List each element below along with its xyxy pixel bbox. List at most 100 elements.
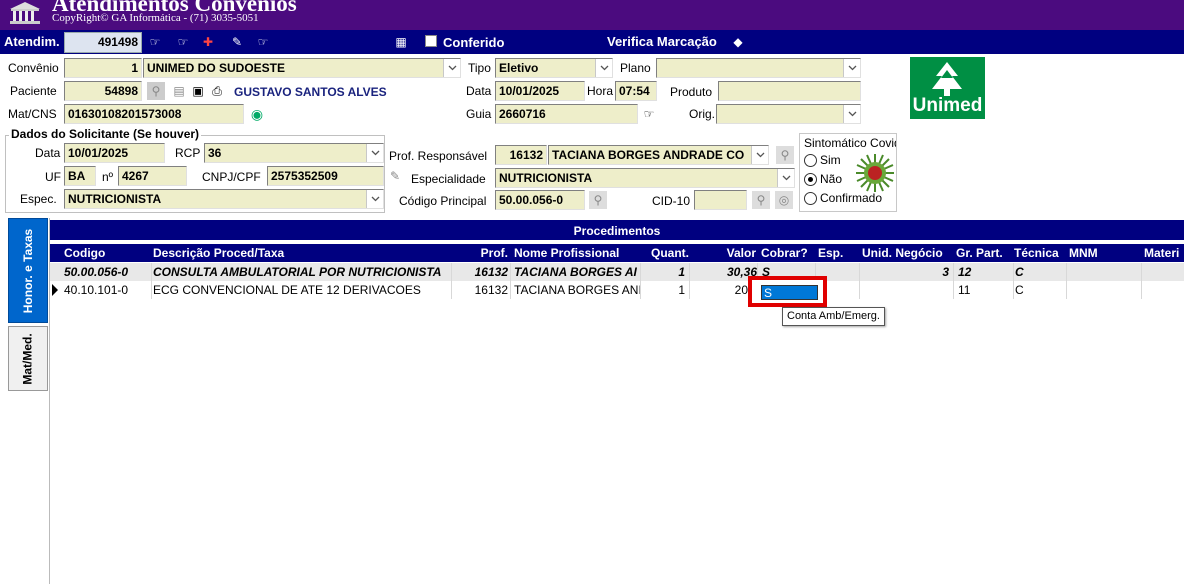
plano-select[interactable] [656,58,861,78]
table-row[interactable]: 50.00.056-0 CONSULTA AMBULATORIAL POR NU… [50,263,1184,281]
especialidade-select[interactable]: NUTRICIONISTA [495,168,795,188]
pen-icon[interactable]: ✎ [386,167,404,185]
conferido-checkbox[interactable] [425,35,437,47]
col-quant[interactable]: Quant. [641,244,689,262]
printer-icon[interactable]: ⎙ [208,82,226,100]
col-codigo[interactable]: Codigo [64,244,152,262]
cnpj-input[interactable]: 2575352509 [267,166,384,186]
mat-cns-input[interactable]: 01630108201573008 [64,104,244,124]
hand-point-icon[interactable]: ☞ [640,105,658,123]
binoculars-icon[interactable]: ⚲ [776,146,794,164]
uf-label: UF [45,170,61,184]
hand-plus-icon[interactable]: ✚ [199,33,217,51]
copyright-text: CopyRight© GA Informática - (71) 3035-50… [52,12,259,24]
binoculars-icon[interactable]: ⚲ [147,82,165,100]
prof-code-input[interactable]: 16132 [495,145,547,165]
produto-input[interactable] [718,81,861,101]
binoculars-icon[interactable]: ⚲ [589,191,607,209]
numero-input[interactable]: 4267 [118,166,187,186]
row-indicator-icon [52,284,58,296]
cid-input[interactable] [694,190,747,210]
hora-label: Hora [587,84,614,98]
chevron-down-icon[interactable] [843,105,860,123]
chevron-down-icon[interactable] [595,59,612,77]
side-tabs: Honor. e Taxas Mat/Med. [0,218,50,584]
cell-materi [1142,263,1184,281]
calculator-icon[interactable]: ▦ [392,33,410,51]
clear-icon[interactable]: ◎ [775,191,793,209]
produto-label: Produto [670,85,713,99]
convenio-code-input[interactable]: 1 [64,58,142,78]
chevron-down-icon[interactable] [843,59,860,77]
espec-select[interactable]: NUTRICIONISTA [64,189,384,209]
col-tecnica[interactable]: Técnica [1014,244,1068,262]
rcp-select[interactable]: 36 [204,143,384,163]
globe-icon[interactable]: ◉ [248,105,266,123]
hand-point-icon[interactable]: ☞ [174,33,192,51]
binoculars-icon[interactable]: ⚲ [752,191,770,209]
col-cobrar[interactable]: Cobrar? [761,244,816,262]
prof-select[interactable]: TACIANA BORGES ANDRADE CO [548,145,769,165]
table-row[interactable]: 40.10.101-0 ECG CONVENCIONAL DE ATE 12 D… [50,281,1184,299]
col-esp[interactable]: Esp. [818,244,858,262]
col-prof[interactable]: Prof. [452,244,510,262]
chevron-down-icon[interactable] [443,59,460,77]
cell-nome: TACIANA BORGES AI [512,263,641,281]
edit-icon[interactable]: ✎ [228,33,246,51]
eraser-icon[interactable]: ◆ [729,33,747,51]
data-input[interactable]: 10/01/2025 [495,81,585,101]
paciente-code-input[interactable]: 54898 [64,81,142,101]
guia-label: Guia [466,107,492,121]
cell-mnm [1067,263,1142,281]
cell-unid: 3 [860,263,954,281]
cell-prof: 16132 [452,263,511,281]
col-nome-profissional[interactable]: Nome Profissional [514,244,640,262]
convenio-select[interactable]: UNIMED DO SUDOESTE [143,58,461,78]
cell-prof: 16132 [452,281,511,299]
cnpj-label: CNPJ/CPF [202,170,261,184]
procedures-panel: Procedimentos Codigo Descrição Proced/Ta… [50,220,1184,584]
tab-mat-med[interactable]: Mat/Med. [8,326,48,391]
orig-select[interactable] [716,104,861,124]
hand-point-icon[interactable]: ☞ [254,33,272,51]
atendim-label: Atendim. [4,34,60,49]
virus-icon [854,152,896,197]
document-icon[interactable]: ▤ [170,82,188,100]
cobrar-edit-field[interactable]: S [761,285,818,300]
cell-quant: 1 [641,263,690,281]
chevron-down-icon[interactable] [366,144,383,162]
radio-confirmado[interactable] [804,192,817,205]
chevron-down-icon[interactable] [366,190,383,208]
tipo-select[interactable]: Eletivo [495,58,613,78]
sol-data-input[interactable]: 10/01/2025 [64,143,165,163]
uf-input[interactable]: BA [64,166,96,186]
espec-value: NUTRICIONISTA [68,192,162,206]
col-valor[interactable]: Valor [690,244,756,262]
col-gr-part[interactable]: Gr. Part. [956,244,1014,262]
chevron-down-icon[interactable] [777,169,794,187]
cell-grpart: 12 [954,263,1014,281]
tipo-value: Eletivo [499,61,539,75]
col-mnm[interactable]: MNM [1069,244,1139,262]
hora-input[interactable]: 07:54 [615,81,657,101]
sol-data-label: Data [35,146,61,160]
col-unid-negocio[interactable]: Unid. Negócio [862,244,952,262]
hand-point-icon[interactable]: ☞ [146,33,164,51]
radio-nao[interactable] [804,173,817,186]
codigo-principal-input[interactable]: 50.00.056-0 [495,190,585,210]
col-materi[interactable]: Materi [1144,244,1184,262]
col-descricao[interactable]: Descrição Proced/Taxa [153,244,451,262]
verifica-marcacao-label[interactable]: Verifica Marcação [607,34,717,49]
radio-nao-label: Não [820,172,843,186]
guia-input[interactable]: 2660716 [495,104,638,124]
mat-cns-label: Mat/CNS [8,107,57,121]
chevron-down-icon[interactable] [751,146,768,164]
atendim-input[interactable]: 491498 [64,32,142,53]
rcp-value: 36 [208,146,222,160]
cell-materi [1142,281,1184,299]
tab-honor-taxas[interactable]: Honor. e Taxas [8,218,48,323]
tooltip: Conta Amb/Emerg. [782,307,885,326]
clipboard-icon[interactable]: ▣ [189,82,207,100]
logo-text: Unimed [912,95,983,116]
radio-sim[interactable] [804,154,817,167]
